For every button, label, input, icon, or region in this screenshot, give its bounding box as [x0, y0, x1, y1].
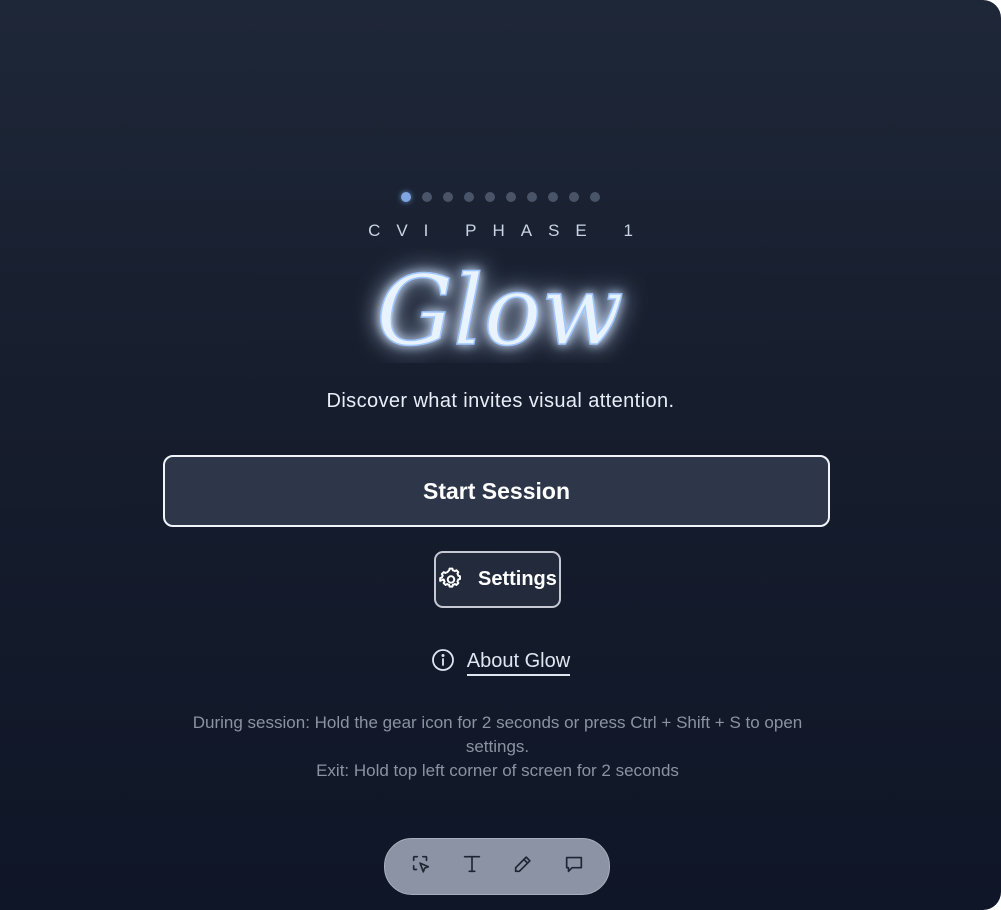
- pencil-icon: [512, 853, 534, 880]
- glow-logo: Glow: [376, 254, 625, 363]
- gear-icon: [438, 567, 464, 593]
- floating-toolbar: [384, 838, 610, 895]
- comment-tool[interactable]: [556, 849, 592, 885]
- progress-dot-8: [548, 192, 558, 202]
- comment-icon: [563, 853, 585, 880]
- app-screen: CVI PHASE 1 Glow Discover what invites v…: [0, 0, 1001, 910]
- select-region-icon: [410, 853, 432, 880]
- text-tool[interactable]: [454, 849, 490, 885]
- progress-dot-9: [569, 192, 579, 202]
- progress-dots: [0, 192, 1001, 202]
- about-glow-link[interactable]: About Glow: [466, 650, 571, 676]
- progress-dot-1: [401, 192, 411, 202]
- progress-dot-10: [590, 192, 600, 202]
- progress-dot-4: [464, 192, 474, 202]
- settings-button[interactable]: Settings: [434, 551, 561, 608]
- pencil-tool[interactable]: [505, 849, 541, 885]
- about-link-row: About Glow: [0, 648, 1001, 678]
- progress-dot-5: [485, 192, 495, 202]
- start-session-label: Start Session: [423, 477, 570, 504]
- help-line-exit: Exit: Hold top left corner of screen for…: [316, 761, 679, 780]
- help-text: During session: Hold the gear icon for 2…: [170, 711, 825, 783]
- select-region-tool[interactable]: [403, 849, 439, 885]
- progress-dot-2: [422, 192, 432, 202]
- help-line-session: During session: Hold the gear icon for 2…: [192, 713, 803, 756]
- text-icon: [461, 853, 483, 880]
- progress-dot-7: [527, 192, 537, 202]
- settings-label: Settings: [478, 568, 557, 590]
- info-icon: [431, 648, 455, 678]
- progress-dot-6: [506, 192, 516, 202]
- phase-label: CVI PHASE 1: [368, 221, 649, 240]
- tagline: Discover what invites visual attention.: [326, 390, 675, 412]
- start-session-button[interactable]: Start Session: [163, 455, 830, 527]
- progress-dot-3: [443, 192, 453, 202]
- logo-text: Glow: [376, 255, 623, 363]
